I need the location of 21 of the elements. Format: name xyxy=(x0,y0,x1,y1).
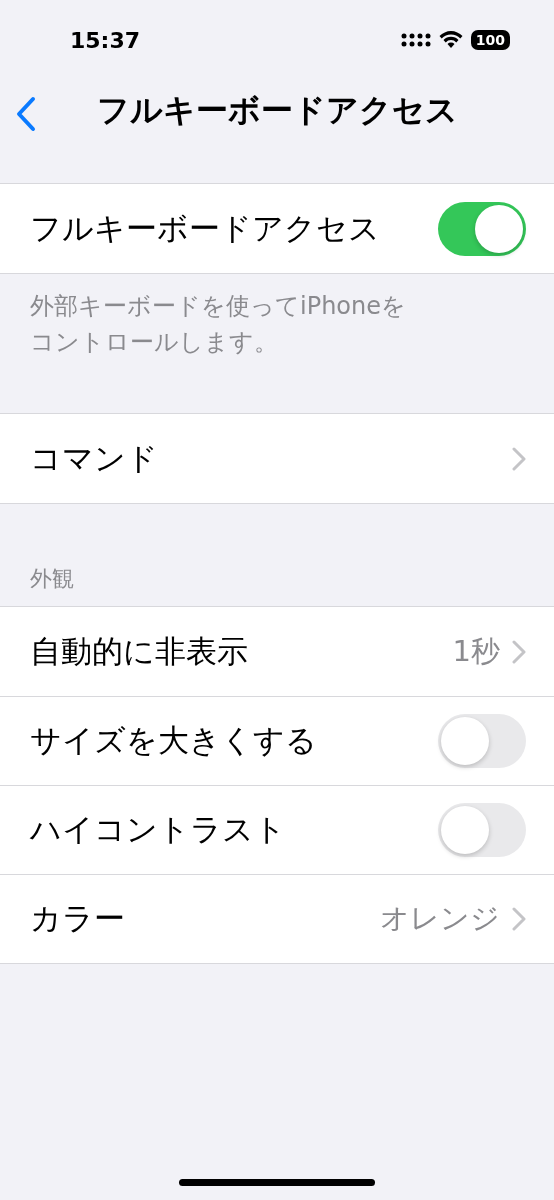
chevron-icon xyxy=(512,446,526,471)
row-label: カラー xyxy=(30,899,126,938)
row-label: コマンド xyxy=(30,438,159,478)
wifi-icon xyxy=(438,31,463,49)
toggle-switch[interactable] xyxy=(438,201,526,256)
row-value: オレンジ xyxy=(380,900,500,937)
chevron-icon xyxy=(512,907,526,931)
chevron-icon xyxy=(512,639,526,664)
footer-note: 外部キーボードを使ってiPhoneをコントロールします。 xyxy=(30,291,407,358)
row-label: 自動的に非表示 xyxy=(30,631,249,671)
row-label: ハイコントラスト xyxy=(30,810,287,849)
row-label: サイズを大きくする xyxy=(30,721,318,760)
row-value: 1秒 xyxy=(452,632,500,670)
toggle-switch[interactable] xyxy=(438,803,526,857)
section-header: 外観 xyxy=(29,565,75,593)
toggle-switch[interactable] xyxy=(438,714,526,768)
status-time: 15:37 xyxy=(70,27,141,53)
nav-title: フルキーボードアクセス xyxy=(96,90,458,131)
row-label: フルキーボードアクセス xyxy=(30,208,381,248)
battery-level: 100 xyxy=(470,30,510,50)
signal-icon xyxy=(400,32,431,48)
